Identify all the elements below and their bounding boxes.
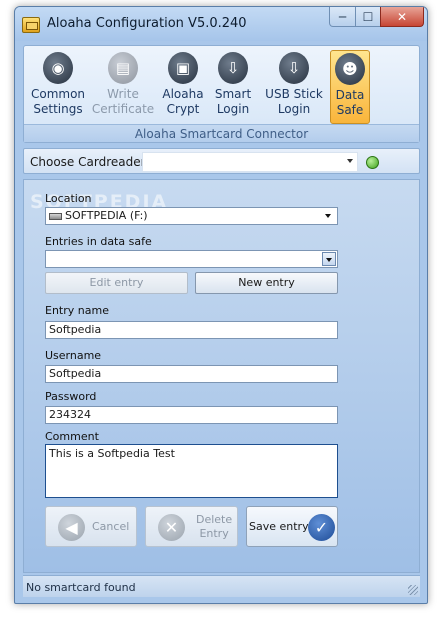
delete-label-line1: Delete — [196, 513, 233, 526]
ribbon-label-line2: Login — [277, 102, 311, 116]
delete-label: Delete Entry — [196, 513, 232, 541]
ribbon-label-line1: Write — [107, 87, 139, 101]
ribbon-smart-login[interactable]: ⇩ Smart Login — [210, 52, 256, 124]
entries-label: Entries in data safe — [45, 235, 152, 248]
lock-icon: ▣ — [168, 52, 198, 84]
title-bar[interactable]: Aloaha Configuration V5.0.240 ─ ☐ ✕ — [15, 7, 427, 41]
ribbon-label-line2: Login — [216, 102, 250, 116]
checkmark-icon: ✓ — [308, 514, 335, 541]
status-bar: No smartcard found — [23, 575, 420, 597]
ribbon-aloaha-crypt[interactable]: ▣ Aloaha Crypt — [160, 52, 206, 124]
certificate-icon: ▤ — [108, 52, 138, 84]
resize-grip-icon[interactable] — [408, 585, 418, 595]
data-safe-panel: SOFTPEDIA Location SOFTPEDIA (F:) Entrie… — [23, 179, 420, 573]
app-window: Aloaha Configuration V5.0.240 ─ ☐ ✕ ◉ Co… — [14, 6, 428, 604]
ribbon-label-line1: Smart — [214, 87, 252, 101]
maximize-button[interactable]: ☐ — [355, 7, 381, 27]
users-icon: ☻ — [335, 53, 365, 85]
ribbon-label-line2: Crypt — [166, 102, 200, 116]
cardreader-select[interactable] — [142, 152, 358, 172]
ribbon-label-line1: Data — [335, 88, 365, 102]
ribbon-label-line2: Safe — [336, 103, 364, 117]
ribbon-toolbar: ◉ Common Settings ▤ Write Certificate ▣ … — [23, 45, 420, 143]
status-led-icon — [366, 156, 379, 169]
entry-name-input[interactable]: Softpedia — [45, 321, 338, 339]
location-select[interactable]: SOFTPEDIA (F:) — [45, 207, 338, 225]
save-label: Save entry — [249, 520, 309, 533]
globe-icon: ◉ — [43, 52, 73, 84]
delete-entry-button[interactable]: ✕ Delete Entry — [145, 506, 238, 547]
ribbon-data-safe[interactable]: ☻ Data Safe — [330, 50, 370, 124]
comment-label: Comment — [45, 430, 99, 443]
usb-login-icon: ⇩ — [279, 52, 309, 84]
entry-name-label: Entry name — [45, 304, 109, 317]
ribbon-label-line2: Certificate — [91, 102, 155, 116]
ribbon-usb-stick-login[interactable]: ⇩ USB Stick Login — [260, 52, 328, 124]
cardreader-bar: Choose Cardreader — [23, 148, 420, 174]
location-label: Location — [45, 192, 92, 205]
password-input[interactable]: 234324 — [45, 406, 338, 424]
comment-textarea[interactable]: This is a Softpedia Test — [45, 444, 338, 498]
ribbon-label-line2: Settings — [33, 102, 83, 116]
chevron-down-icon — [326, 258, 332, 262]
smart-login-icon: ⇩ — [218, 52, 248, 84]
ribbon-label-line1: USB Stick — [265, 87, 323, 101]
cancel-button[interactable]: ◀ Cancel — [45, 506, 137, 547]
status-text: No smartcard found — [26, 581, 136, 594]
ribbon-write-certificate[interactable]: ▤ Write Certificate — [90, 52, 156, 124]
password-label: Password — [45, 390, 97, 403]
edit-entry-button[interactable]: Edit entry — [45, 272, 188, 294]
chevron-down-icon — [325, 214, 331, 218]
location-value: SOFTPEDIA (F:) — [65, 209, 148, 222]
chevron-down-icon — [347, 159, 353, 163]
username-label: Username — [45, 349, 102, 362]
ribbon-label-line1: Aloaha — [162, 87, 204, 101]
delete-x-icon: ✕ — [158, 514, 185, 541]
window-title: Aloaha Configuration V5.0.240 — [47, 16, 247, 31]
entries-select[interactable] — [45, 250, 338, 268]
smartcard-app-icon — [22, 17, 40, 33]
cardreader-label: Choose Cardreader — [30, 155, 146, 169]
drive-icon — [49, 212, 62, 220]
username-input[interactable]: Softpedia — [45, 365, 338, 383]
ribbon-group-label: Aloaha Smartcard Connector — [24, 124, 419, 142]
cancel-label: Cancel — [92, 520, 130, 533]
back-arrow-icon: ◀ — [58, 514, 85, 541]
delete-label-line2: Entry — [199, 527, 229, 540]
entries-dropdown-button[interactable] — [322, 252, 336, 266]
ribbon-label-line1: Common — [30, 87, 86, 101]
save-entry-button[interactable]: Save entry ✓ — [246, 506, 338, 547]
new-entry-button[interactable]: New entry — [195, 272, 338, 294]
close-button[interactable]: ✕ — [380, 7, 424, 27]
minimize-button[interactable]: ─ — [329, 7, 356, 27]
ribbon-common-settings[interactable]: ◉ Common Settings — [30, 52, 86, 124]
